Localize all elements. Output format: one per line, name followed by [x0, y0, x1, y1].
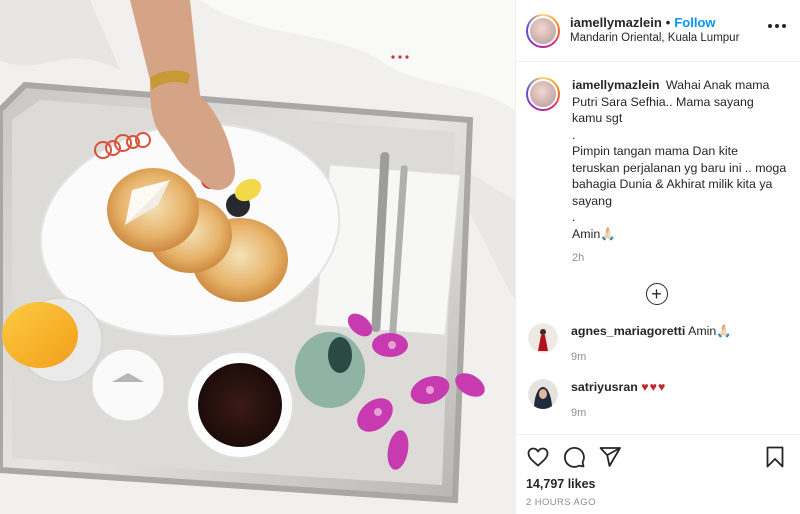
follow-button[interactable]: Follow [674, 15, 715, 31]
commenter-avatar[interactable] [528, 378, 558, 409]
separator-dot: • [665, 15, 671, 31]
commenter-avatar[interactable] [528, 322, 558, 353]
bookmark-icon[interactable] [763, 445, 787, 469]
commenter-username[interactable]: satriyusran [571, 380, 638, 394]
caption-line: Amin🙏🏻 [572, 226, 616, 241]
post-sidebar: iamellymazlein • Follow Mandarin Orienta… [515, 0, 800, 514]
caption-line: . [572, 127, 576, 142]
load-more-comments: + [526, 282, 787, 305]
post-date[interactable]: 2 HOURS AGO [526, 497, 787, 508]
caption-line: . [572, 210, 576, 224]
like-count[interactable]: 14,797 likes [526, 477, 787, 491]
post-header: iamellymazlein • Follow Mandarin Orienta… [516, 0, 800, 62]
author-username[interactable]: iamellymazlein [570, 15, 662, 31]
breakfast-tray-illustration [0, 0, 515, 514]
comment-item: agnes_mariagoretti Amin🙏🏻 9m [526, 322, 787, 365]
plus-circle-icon[interactable]: + [645, 282, 668, 305]
post-caption: iamellymazlein Wahai Anak mama Putri Sar… [526, 77, 787, 267]
commenter-avatar-image [528, 378, 558, 409]
comment-text: Amin🙏🏻 [688, 323, 732, 338]
more-dot [768, 24, 772, 28]
caption-author-avatar[interactable] [526, 77, 560, 111]
caption-author-avatar-image [528, 79, 558, 109]
author-avatar[interactable] [526, 13, 560, 48]
paper-plane-icon[interactable] [598, 445, 622, 469]
comment-body: agnes_mariagoretti Amin🙏🏻 9m [571, 323, 732, 365]
comment-timestamp[interactable]: 9m [571, 405, 666, 421]
caption-username[interactable]: iamellymazlein [572, 78, 659, 92]
comment-text: ♥♥♥ [641, 379, 667, 394]
comment-icon[interactable] [562, 445, 586, 469]
post-actions: 14,797 likes 2 HOURS AGO [516, 434, 800, 514]
post-location[interactable]: Mandarin Oriental, Kuala Lumpur [570, 31, 739, 45]
header-username-row: iamellymazlein • Follow [570, 15, 739, 31]
comments-section[interactable]: iamellymazlein Wahai Anak mama Putri Sar… [516, 63, 800, 433]
more-options-icon[interactable] [768, 24, 786, 28]
comment-item: satriyusran ♥♥♥ 9m [526, 378, 787, 421]
caption-body: iamellymazlein Wahai Anak mama Putri Sar… [572, 77, 787, 267]
action-bar [526, 435, 787, 479]
header-text: iamellymazlein • Follow Mandarin Orienta… [570, 15, 739, 46]
post-photo[interactable] [0, 0, 515, 514]
caption-line: Pimpin tangan mama Dan kite teruskan per… [572, 144, 790, 208]
caption-timestamp[interactable]: 2h [572, 250, 787, 267]
more-dot [775, 24, 779, 28]
comment-timestamp[interactable]: 9m [571, 349, 732, 365]
author-avatar-image [528, 15, 558, 46]
comment-body: satriyusran ♥♥♥ 9m [571, 379, 666, 421]
more-dot [782, 24, 786, 28]
commenter-avatar-image [528, 322, 558, 353]
caption-line: iamellymazlein Wahai Anak mama Putri Sar… [572, 77, 787, 127]
heart-icon[interactable] [526, 445, 550, 469]
commenter-username[interactable]: agnes_mariagoretti [571, 324, 685, 338]
